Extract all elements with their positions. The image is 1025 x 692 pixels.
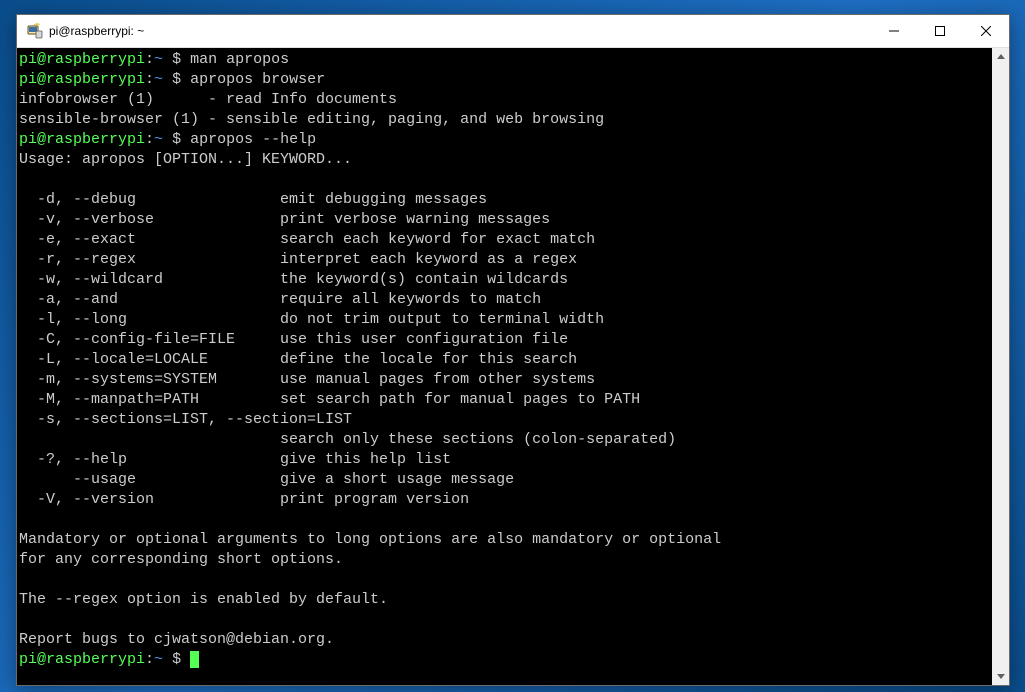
output-line: -w, --wildcard the keyword(s) contain wi… [19,271,568,288]
output-line: -v, --verbose print verbose warning mess… [19,211,550,228]
output-line: The --regex option is enabled by default… [19,591,388,608]
scrollbar[interactable] [992,48,1009,685]
output-line: Usage: apropos [OPTION...] KEYWORD... [19,151,352,168]
scroll-down-icon[interactable] [992,668,1009,685]
minimize-button[interactable] [871,15,917,47]
output-line: -M, --manpath=PATH set search path for m… [19,391,640,408]
window-title: pi@raspberrypi: ~ [49,24,871,38]
scroll-up-icon[interactable] [992,48,1009,65]
terminal-wrap: pi@raspberrypi:~ $ man apropos pi@raspbe… [17,48,1009,685]
output-line: -a, --and require all keywords to match [19,291,541,308]
prompt-path: ~ [154,51,163,68]
prompt-user: pi@raspberrypi [19,51,145,68]
maximize-button[interactable] [917,15,963,47]
close-button[interactable] [963,15,1009,47]
output-line: -l, --long do not trim output to termina… [19,311,604,328]
output-line: -V, --version print program version [19,491,469,508]
titlebar[interactable]: pi@raspberrypi: ~ [17,15,1009,48]
output-line: -e, --exact search each keyword for exac… [19,231,595,248]
command-text: man apropos [190,51,289,68]
output-line: -d, --debug emit debugging messages [19,191,487,208]
command-text: apropos --help [190,131,316,148]
output-line: -L, --locale=LOCALE define the locale fo… [19,351,577,368]
putty-icon [27,23,43,39]
output-line: Mandatory or optional arguments to long … [19,531,721,548]
output-line: search only these sections (colon-separa… [19,431,676,448]
output-line: infobrowser (1) - read Info documents [19,91,397,108]
scrollbar-track[interactable] [992,65,1009,668]
output-line: for any corresponding short options. [19,551,343,568]
output-line: sensible-browser (1) - sensible editing,… [19,111,604,128]
terminal[interactable]: pi@raspberrypi:~ $ man apropos pi@raspbe… [17,48,992,685]
output-line: --usage give a short usage message [19,471,514,488]
window: pi@raspberrypi: ~ pi@raspberrypi:~ $ man… [16,14,1010,686]
window-controls [871,15,1009,47]
output-line: -r, --regex interpret each keyword as a … [19,251,577,268]
output-line: Report bugs to cjwatson@debian.org. [19,631,334,648]
output-line: -C, --config-file=FILE use this user con… [19,331,568,348]
output-line: -?, --help give this help list [19,451,451,468]
output-line: -s, --sections=LIST, --section=LIST [19,411,352,428]
cursor [190,651,199,668]
command-text: apropos browser [190,71,325,88]
output-line: -m, --systems=SYSTEM use manual pages fr… [19,371,595,388]
